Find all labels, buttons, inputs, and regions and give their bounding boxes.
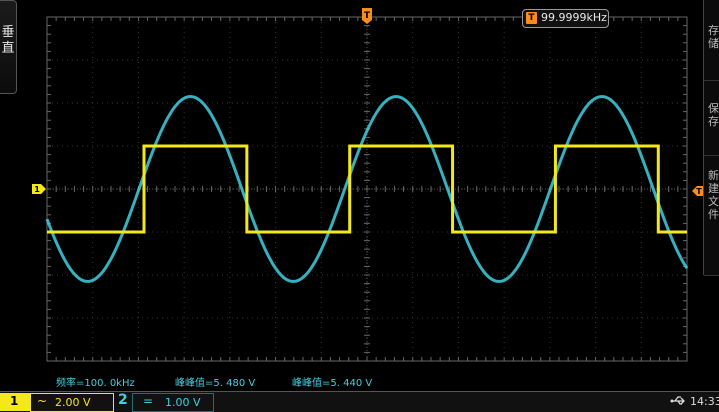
trigger-icon: T <box>526 12 537 24</box>
clock: 14:33 <box>690 395 719 408</box>
trigger-level-label: T <box>696 187 702 196</box>
softkey-storage-label: 存储 <box>708 24 719 50</box>
right-softkey-panel: 存储 保存 新建文件 <box>703 0 719 276</box>
ch1-number: 1 <box>10 394 19 408</box>
ch1-button[interactable]: 1 <box>0 393 30 411</box>
trigger-position-marker[interactable]: T <box>362 8 372 24</box>
softkey-storage[interactable]: 存储 <box>704 0 719 81</box>
ch1-scale: 2.00 V <box>55 396 91 409</box>
softkey-new-file-label: 新建文件 <box>708 169 719 221</box>
vertical-menu-label: 垂直 <box>1 25 15 56</box>
ch2-coupling: = <box>143 394 154 408</box>
ch1-coupling: ~ <box>37 394 48 408</box>
softkey-save[interactable]: 保存 <box>704 80 719 156</box>
frequency-value: 99.9999kHz <box>541 11 607 24</box>
ch1-marker-label: 1 <box>34 185 40 194</box>
ch2-settings[interactable]: = 1.00 V <box>132 393 214 412</box>
ch2-button[interactable]: 2 <box>118 392 128 408</box>
oscilloscope-screen: T 1 T 垂直 存储 保存 新建文件 T 99.9999kHz 频率=100.… <box>0 0 719 412</box>
vertical-menu-tab[interactable]: 垂直 <box>0 0 17 94</box>
ch1-settings[interactable]: ~ 2.00 V <box>30 393 114 412</box>
softkey-new-file[interactable]: 新建文件 <box>704 155 719 276</box>
trigger-frequency-counter[interactable]: T 99.9999kHz <box>522 9 609 28</box>
measurement-vpp-ch2: 峰峰值=5. 440 V <box>292 378 373 389</box>
trigger-marker-label: T <box>364 11 371 21</box>
measurement-frequency: 频率=100. 0kHz <box>56 378 135 389</box>
measurement-vpp-ch1: 峰峰值=5. 480 V <box>175 378 256 389</box>
softkey-save-label: 保存 <box>708 102 719 128</box>
ch1-ground-marker[interactable]: 1 <box>32 184 46 194</box>
status-bar: 1 ~ 2.00 V 2 = 1.00 V 14:33 <box>0 391 719 412</box>
ch2-scale: 1.00 V <box>165 396 201 409</box>
waveform-display: T 1 T <box>32 8 705 362</box>
usb-icon <box>670 396 685 405</box>
